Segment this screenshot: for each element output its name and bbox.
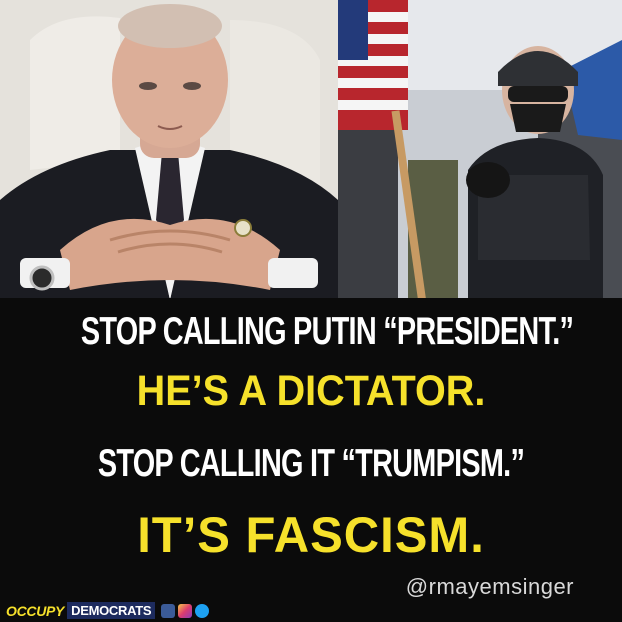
photo-row bbox=[0, 0, 622, 298]
brand-logo: OCCUPY DEMOCRATS bbox=[6, 602, 210, 619]
left-photo-art bbox=[0, 0, 338, 298]
meme-poster: STOP CALLING PUTIN “PRESIDENT.” HE’S A D… bbox=[0, 0, 622, 622]
author-handle: @rmayemsinger bbox=[405, 574, 574, 599]
footer-bar: OCCUPY DEMOCRATS bbox=[0, 600, 622, 622]
social-icons bbox=[161, 603, 210, 618]
left-photo bbox=[0, 0, 338, 298]
twitter-icon bbox=[195, 603, 210, 618]
facebook-icon bbox=[161, 603, 176, 618]
right-photo bbox=[338, 0, 622, 298]
headline-line-2: HE’S A DICTATOR. bbox=[136, 367, 486, 415]
headline-block: STOP CALLING PUTIN “PRESIDENT.” HE’S A D… bbox=[0, 298, 622, 600]
headline-line-4: IT’S FASCISM. bbox=[137, 507, 485, 563]
right-photo-art bbox=[338, 0, 622, 298]
headline-line-1: STOP CALLING PUTIN “PRESIDENT.” bbox=[80, 310, 574, 353]
instagram-icon bbox=[178, 603, 193, 618]
brand-occupy-text: OCCUPY bbox=[6, 602, 65, 619]
headline-line-3: STOP CALLING IT “TRUMPISM.” bbox=[97, 442, 525, 485]
brand-democrats-text: DEMOCRATS bbox=[67, 602, 156, 619]
